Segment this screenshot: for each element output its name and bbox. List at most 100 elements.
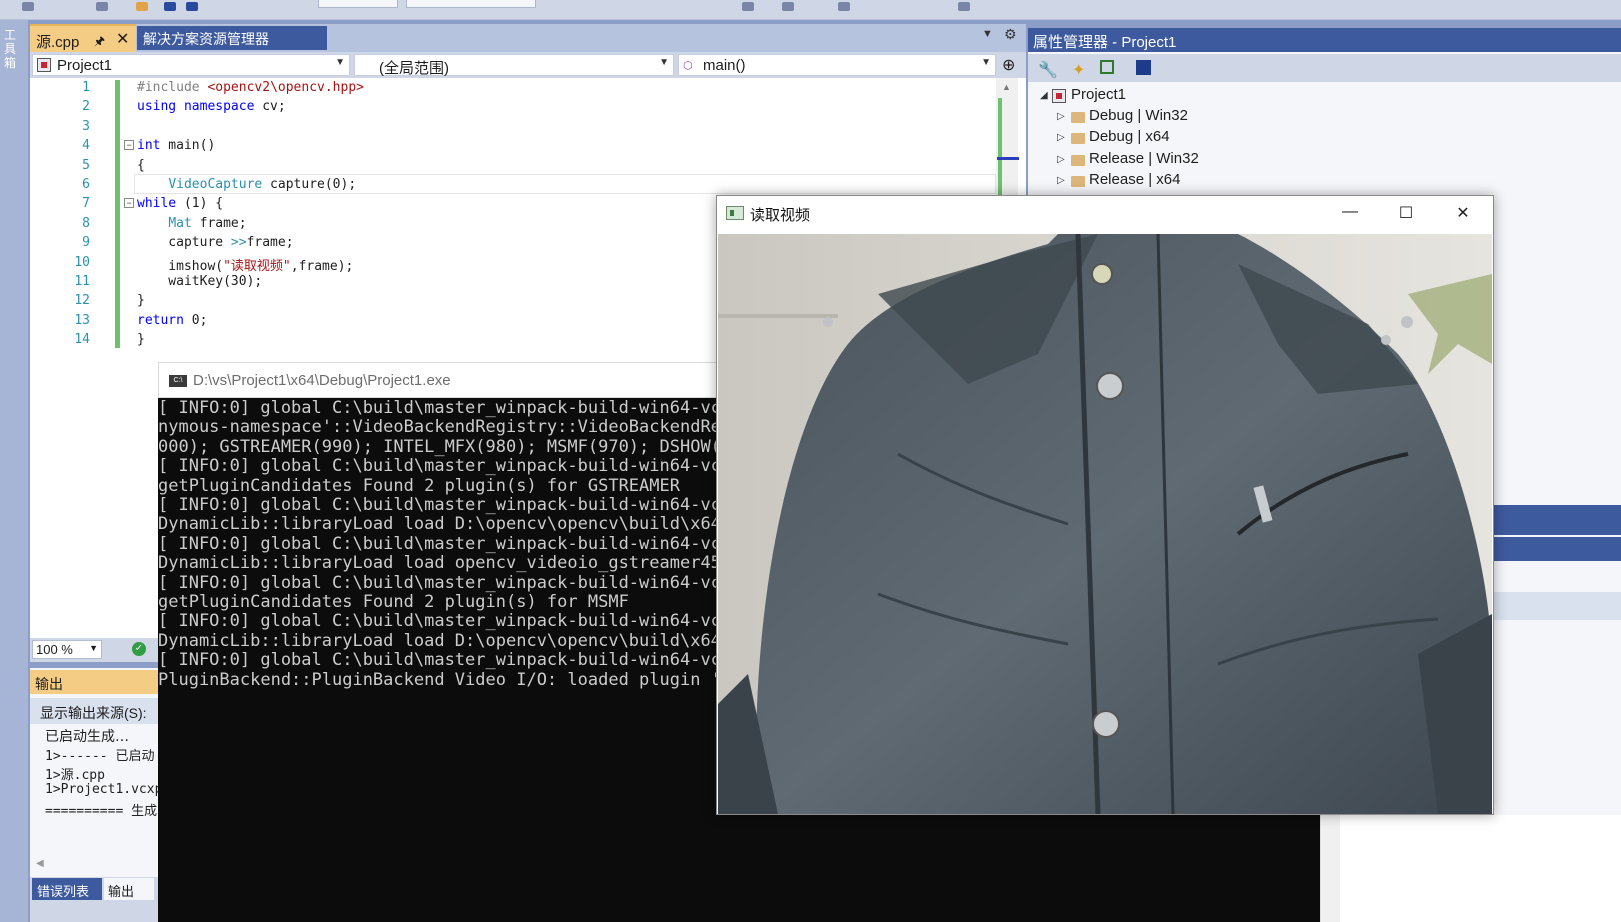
collapse-arrow-icon[interactable]: ▷ <box>1057 154 1065 165</box>
code-line[interactable]: } <box>137 293 145 308</box>
line-number: 8 <box>82 216 90 231</box>
toolbar-bookmark-icon[interactable] <box>958 2 970 11</box>
toolbar-open-icon[interactable] <box>136 2 148 11</box>
code-line[interactable]: } <box>137 332 145 347</box>
minimize-icon[interactable]: — <box>1340 203 1360 221</box>
collapse-arrow-icon[interactable]: ▷ <box>1057 175 1065 186</box>
line-number: 1 <box>82 80 90 95</box>
collapse-arrow-icon[interactable]: ▷ <box>1057 132 1065 143</box>
code-line[interactable]: { <box>137 158 145 173</box>
line-number-gutter: 1 2 3 4 5 6 7 8 9 10 11 12 13 14 <box>30 78 114 638</box>
add-property-sheet-icon[interactable] <box>1100 60 1114 74</box>
video-window-icon <box>726 206 744 220</box>
tree-config-item[interactable]: Release | Win32 <box>1089 150 1199 167</box>
main-toolbar <box>0 0 1621 20</box>
code-line[interactable]: return 0; <box>137 313 207 328</box>
toolbar-new-icon[interactable] <box>96 2 108 11</box>
code-line[interactable]: imshow("读取视频",frame); <box>137 255 353 274</box>
tree-config-item[interactable]: Debug | Win32 <box>1089 107 1188 124</box>
background-scrollbar[interactable] <box>1320 815 1340 922</box>
console-line: [ INFO:0] global C:\build\master_winpack… <box>158 399 716 418</box>
toolbar-run-icon[interactable] <box>742 2 754 11</box>
magic-wand-icon[interactable]: ✦ <box>1072 60 1090 79</box>
console-line: nymous-namespace'::VideoBackendRegistry:… <box>158 417 716 438</box>
output-source-selector[interactable]: 显示输出来源(S): <box>30 698 160 724</box>
maximize-icon[interactable]: ☐ <box>1396 203 1416 223</box>
docked-panel-row[interactable] <box>1490 592 1621 620</box>
close-tab-icon[interactable]: ✕ <box>116 29 129 49</box>
split-editor-icon[interactable]: ⊕ <box>1002 55 1015 75</box>
line-number: 5 <box>82 158 90 173</box>
code-token: ,frame); <box>290 259 354 274</box>
code-line[interactable]: #include <opencv2\opencv.hpp> <box>137 80 364 95</box>
scroll-left-arrow-icon[interactable]: ◀ <box>36 858 44 869</box>
folder-icon <box>1071 133 1085 144</box>
code-line[interactable]: int main() <box>137 138 215 153</box>
line-number: 11 <box>74 274 90 289</box>
docked-panel-tab[interactable] <box>1490 537 1621 561</box>
tab-error-list[interactable]: 错误列表 <box>32 878 102 900</box>
zoom-dropdown[interactable]: 100 % ▼ <box>32 640 102 659</box>
property-manager-title[interactable]: 属性管理器 - Project1 <box>1028 28 1621 52</box>
code-token: capture(0); <box>262 177 357 192</box>
project-dropdown[interactable]: Project1 ▼ <box>32 54 350 76</box>
toolbar-config-dropdown[interactable] <box>318 0 398 8</box>
fold-toggle-while[interactable]: − <box>124 198 134 208</box>
code-line[interactable]: using namespace cv; <box>137 99 286 114</box>
line-number: 9 <box>82 235 90 250</box>
scroll-up-arrow-icon[interactable]: ▲ <box>1002 82 1011 92</box>
toolbar-tool2-icon[interactable] <box>838 2 850 11</box>
code-line[interactable]: VideoCapture capture(0); <box>137 177 356 192</box>
console-line: DynamicLib::libraryLoad load D:\opencv\o… <box>158 630 716 651</box>
member-dropdown[interactable]: ⬡ main() ▼ <box>678 54 996 76</box>
tab-output[interactable]: 输出 <box>104 878 154 900</box>
code-token: using namespace <box>137 99 255 114</box>
code-line[interactable]: waitKey(30); <box>137 274 262 289</box>
expand-arrow-icon[interactable]: ◢ <box>1040 90 1048 101</box>
tab-solution-explorer[interactable]: 解决方案资源管理器 <box>137 26 327 50</box>
code-line[interactable]: while (1) { <box>137 196 223 211</box>
folder-icon <box>1071 176 1085 187</box>
console-title-bar[interactable]: C:\ D:\vs\Project1\x64\Debug\Project1.ex… <box>158 362 718 398</box>
code-line[interactable]: Mat frame; <box>137 216 246 231</box>
toolbar-save-all-icon[interactable] <box>186 2 198 11</box>
docked-panel-tab[interactable] <box>1490 505 1621 535</box>
save-icon[interactable] <box>1136 60 1151 75</box>
tree-config-item[interactable]: Debug | x64 <box>1089 128 1170 145</box>
code-token: } <box>137 293 145 308</box>
code-token: int <box>137 138 161 153</box>
editor-nav-bar: Project1 ▼ (全局范围) ▼ ⬡ main() ▼ ⊕ <box>30 52 1026 78</box>
toolbar-platform-dropdown[interactable] <box>406 0 536 8</box>
wrench-icon[interactable]: 🔧 <box>1038 60 1058 79</box>
console-line: [ INFO:0] global C:\build\master_winpack… <box>158 572 716 593</box>
code-line[interactable]: capture >>frame; <box>137 235 293 250</box>
fold-toggle-main[interactable]: − <box>124 140 134 150</box>
pin-icon[interactable]: 🖈 <box>94 32 105 53</box>
scope-dropdown[interactable]: (全局范围) ▼ <box>354 54 674 77</box>
toolbar-tool-icon[interactable] <box>782 2 794 11</box>
tree-config-item[interactable]: Release | x64 <box>1089 171 1180 188</box>
close-icon[interactable]: ✕ <box>1453 203 1473 223</box>
tree-root-project[interactable]: Project1 <box>1071 86 1126 103</box>
code-token: { <box>137 158 145 173</box>
code-token: cv; <box>254 99 286 114</box>
toolbox-strip[interactable] <box>0 20 28 922</box>
zoom-value: 100 % <box>36 642 73 657</box>
scrollbar-caret-marker <box>997 157 1019 160</box>
folder-icon <box>1071 155 1085 166</box>
line-number: 10 <box>74 255 90 270</box>
no-issues-check-icon[interactable]: ✓ <box>132 642 146 656</box>
toolbox-label[interactable]: 工具箱 <box>4 28 20 70</box>
output-panel-title[interactable]: 输出 <box>30 670 160 694</box>
line-number: 13 <box>74 313 90 328</box>
property-manager-toolbar <box>1028 54 1621 82</box>
console-line: [ INFO:0] global C:\build\master_winpack… <box>158 533 716 554</box>
collapse-arrow-icon[interactable]: ▷ <box>1057 111 1065 122</box>
toolbar-save-icon[interactable] <box>164 2 176 11</box>
member-dropdown-value: main() <box>703 57 746 74</box>
tab-source-cpp[interactable]: 源.cpp 🖈 ✕ <box>30 24 136 52</box>
tab-list-dropdown-icon[interactable]: ▼ <box>982 28 993 40</box>
toolbar-back-icon[interactable] <box>22 2 34 11</box>
gear-icon[interactable]: ⚙ <box>1004 26 1017 43</box>
line-number: 6 <box>82 177 90 192</box>
